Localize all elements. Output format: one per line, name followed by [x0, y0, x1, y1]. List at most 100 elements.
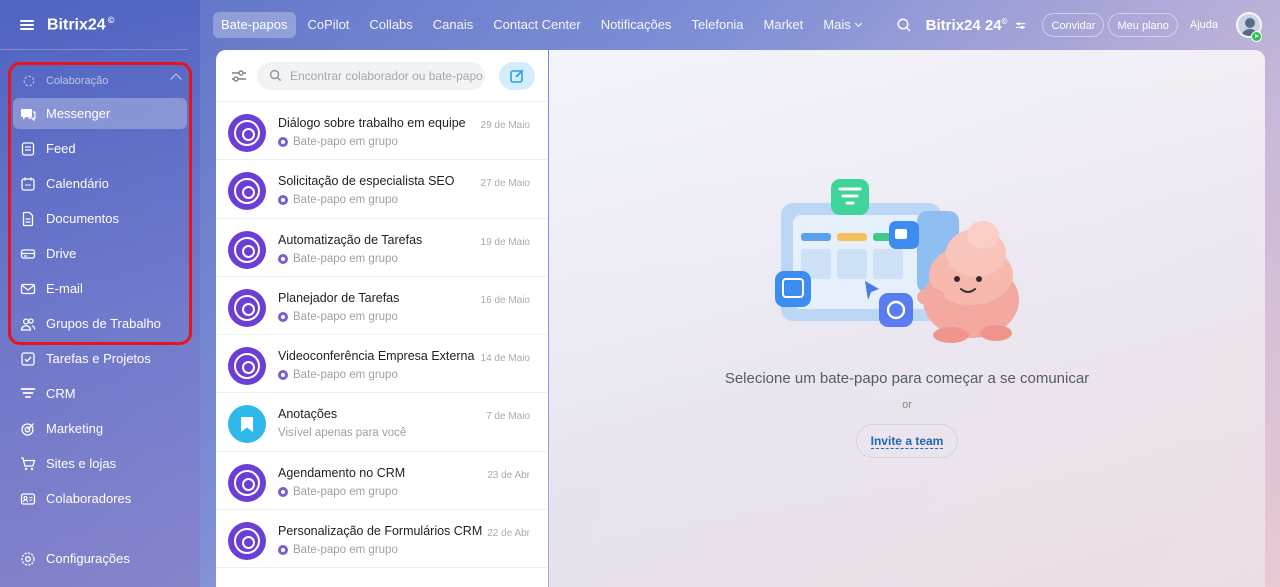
sidebar-item-label: Feed — [46, 141, 76, 156]
tab-notificacoes[interactable]: Notificações — [593, 12, 680, 38]
collaboration-icon — [23, 75, 35, 87]
chat-list-item[interactable]: Solicitação de especialista SEO 27 de Mai… — [216, 160, 548, 219]
chat-subtitle: Bate-papo em grupo — [278, 194, 398, 206]
sidebar-item-colaboradores[interactable]: Colaboradores — [0, 481, 200, 516]
chat-list-item[interactable]: Anotações 7 de Maio Visível apenas para vo… — [216, 393, 548, 452]
sidebar-item-label: Tarefas e Projetos — [46, 351, 151, 366]
tab-bate-papos[interactable]: Bate-papos — [213, 12, 296, 38]
search-icon — [269, 69, 282, 82]
bookmark-icon — [228, 405, 266, 444]
chat-subtitle: Visível apenas para você — [278, 427, 407, 440]
marketing-target-icon — [20, 421, 36, 437]
chat-title: Solicitação de especialista SEO — [278, 174, 455, 189]
top-nav: Bate-papos CoPilot Collabs Canais Contact Ce… — [213, 0, 1280, 50]
chat-list-item[interactable]: Personalização de Formulários CRM 22 de A… — [216, 510, 548, 569]
main-panel: Selecione um bate-papo para começar a se… — [549, 50, 1265, 587]
chat-list-panel: Encontrar colaborador ou bate-papo Diálo… — [216, 50, 548, 587]
sidebar-item-label: E-mail — [46, 281, 83, 296]
chat-title: Planejador de Tarefas — [278, 290, 400, 305]
chat-date: 16 de Maio — [480, 294, 530, 306]
chat-title: Videoconferência Empresa Externa — [278, 349, 475, 364]
or-separator: or — [902, 399, 912, 411]
id-card-icon — [20, 491, 36, 507]
sidebar-item-calendario[interactable]: Calendário — [0, 166, 200, 201]
tab-telefonia[interactable]: Telefonia — [684, 12, 752, 38]
chat-subtitle: Bate-papo em grupo — [278, 136, 398, 148]
chat-title: Personalização de Formulários CRM — [278, 524, 483, 539]
cart-icon — [20, 456, 36, 472]
chat-title: Agendamento no CRM — [278, 465, 406, 480]
filter-icon[interactable] — [230, 67, 248, 85]
chat-list-item[interactable]: Videoconferência Empresa Externa 14 de Ma… — [216, 335, 548, 394]
group-chat-avatar — [228, 172, 266, 211]
chat-title: Diálogo sobre trabalho em equipe — [278, 116, 466, 130]
chat-date: 23 de Abr — [487, 469, 530, 481]
sidebar-item-crm[interactable]: CRM — [0, 376, 200, 411]
sidebar-group-collaboration[interactable]: Colaboração — [0, 66, 200, 96]
invite-button[interactable]: Convidar — [1042, 13, 1105, 37]
sidebar-item-drive[interactable]: Drive — [0, 236, 200, 271]
group-chat-icon — [278, 195, 288, 206]
chat-title: Anotações — [278, 407, 338, 422]
mail-icon — [20, 281, 36, 297]
tab-contact-center[interactable]: Contact Center — [485, 12, 588, 38]
invite-team-button[interactable]: Invite a team — [856, 424, 958, 458]
tab-mais[interactable]: Mais — [815, 12, 868, 38]
tab-collabs[interactable]: Collabs — [361, 12, 420, 38]
chat-search-input[interactable]: Encontrar colaborador ou bate-papo — [257, 61, 485, 90]
chat-subtitle: Bate-papo em grupo — [278, 253, 398, 265]
compose-icon — [510, 68, 524, 83]
chat-list-item[interactable]: Agendamento no CRM 23 de Abr Bate-papo em … — [216, 452, 548, 511]
sidebar-item-feed[interactable]: Feed — [0, 131, 200, 166]
chat-date: 22 de Abr — [487, 528, 530, 540]
sidebar-item-tarefas-e-projetos[interactable]: Tarefas e Projetos — [0, 341, 200, 376]
empty-state-title: Selecione um bate-papo para começar a se… — [724, 370, 1090, 387]
chevron-up-icon[interactable] — [170, 73, 182, 85]
group-chat-avatar — [228, 230, 266, 269]
calendar-icon — [20, 176, 36, 192]
new-chat-button[interactable] — [499, 61, 535, 90]
sidebar-item-documentos[interactable]: Documentos — [0, 201, 200, 236]
sidebar-item-label: Colaboradores — [46, 491, 132, 506]
gear-icon — [20, 551, 36, 567]
sidebar-item-marketing[interactable]: Marketing — [0, 411, 200, 446]
group-chat-icon — [278, 545, 288, 556]
my-plan-button[interactable]: Meu plano — [1108, 13, 1178, 37]
sidebar-item-label: Marketing — [46, 421, 104, 436]
chat-date: 7 de Maio — [486, 411, 530, 423]
sidebar-item-sites-e-lojas[interactable]: Sites e lojas — [0, 446, 200, 481]
bitrix-logo[interactable]: Bitrix24 © — [47, 15, 114, 34]
top-right-area: Bitrix24 24© Convidar Meu plano Ajuda — [896, 0, 1262, 50]
menu-icon[interactable] — [20, 19, 34, 30]
crm-funnel-icon — [20, 386, 36, 402]
tab-copilot[interactable]: CoPilot — [300, 12, 358, 38]
chat-date: 29 de Maio — [480, 120, 530, 131]
sidebar-item-label: Drive — [46, 246, 77, 261]
chat-date: 14 de Maio — [480, 353, 530, 365]
sidebar-item-grupos-de-trabalho[interactable]: Grupos de Trabalho — [0, 306, 200, 341]
sidebar-item-settings[interactable]: Configurações — [0, 541, 130, 576]
search-icon[interactable] — [896, 17, 912, 33]
sidebar-item-e-mail[interactable]: E-mail — [0, 271, 200, 306]
chat-title: Automatização de Tarefas — [278, 232, 423, 247]
settings-sliders-icon[interactable] — [1015, 20, 1026, 31]
chat-date: 27 de Maio — [480, 178, 530, 190]
brand-logo[interactable]: Bitrix24 24© — [926, 17, 1008, 34]
sidebar-item-messenger[interactable]: Messenger — [0, 96, 200, 131]
chat-list-item[interactable]: Automatização de Tarefas 19 de Maio Bate-p… — [216, 219, 548, 277]
chat-list-item[interactable]: Planejador de Tarefas 16 de Maio Bate-papo… — [216, 277, 548, 336]
chat-subtitle: Bate-papo em grupo — [278, 311, 398, 323]
chat-list-item[interactable]: Diálogo sobre trabalho em equipe 29 de Ma… — [216, 102, 548, 161]
sidebar-item-label: CRM — [46, 386, 76, 401]
sidebar-item-label: Calendário — [46, 176, 109, 191]
tab-canais[interactable]: Canais — [425, 12, 481, 38]
sidebar-item-label: Grupos de Trabalho — [46, 316, 161, 331]
feed-icon — [20, 141, 36, 157]
tab-market[interactable]: Market — [756, 12, 812, 38]
chat-list-toolbar: Encontrar colaborador ou bate-papo — [216, 50, 548, 102]
play-badge-icon — [1251, 31, 1262, 42]
chat-subtitle: Bate-papo em grupo — [278, 486, 398, 498]
group-chat-avatar — [228, 463, 266, 502]
chat-date: 19 de Maio — [480, 236, 530, 248]
help-button[interactable]: Ajuda — [1182, 13, 1226, 37]
